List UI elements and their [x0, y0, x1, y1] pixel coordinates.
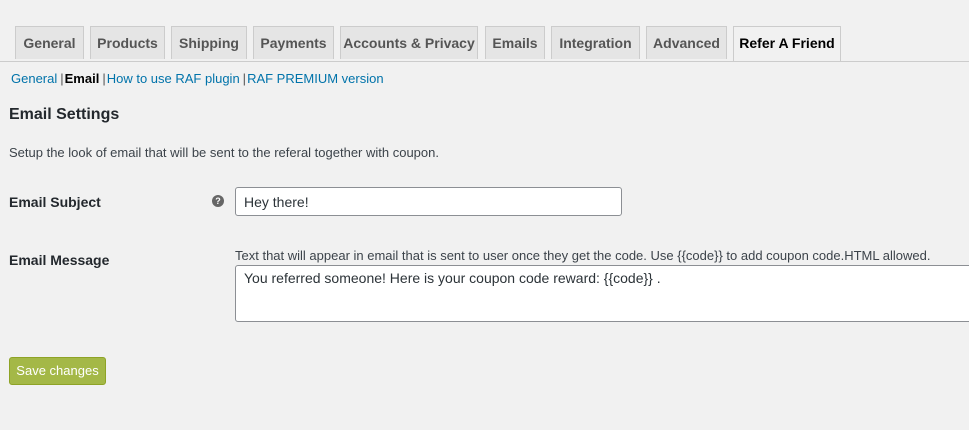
- subnav-email-current: Email: [64, 71, 100, 86]
- email-message-textarea[interactable]: You referred someone! Here is your coupo…: [235, 265, 969, 322]
- tab-integration[interactable]: Integration: [551, 26, 640, 59]
- subnav-premium-link[interactable]: RAF PREMIUM version: [247, 71, 384, 86]
- tab-refer-a-friend[interactable]: Refer A Friend: [733, 26, 841, 61]
- save-changes-button[interactable]: Save changes: [9, 357, 106, 385]
- email-subject-label: Email Subject: [9, 194, 101, 210]
- subnav: General |Email |How to use RAF plugin |RAF …: [11, 71, 384, 87]
- tab-shipping[interactable]: Shipping: [171, 26, 247, 59]
- email-message-label: Email Message: [9, 252, 110, 268]
- subnav-separator: |: [242, 71, 247, 86]
- tab-advanced[interactable]: Advanced: [646, 26, 727, 59]
- section-description: Setup the look of email that will be sen…: [9, 145, 439, 160]
- help-icon[interactable]: ?: [212, 195, 224, 207]
- tab-emails[interactable]: Emails: [485, 26, 545, 59]
- tab-general[interactable]: General: [15, 26, 84, 59]
- tab-products[interactable]: Products: [90, 26, 165, 59]
- subnav-general-link[interactable]: General: [11, 71, 57, 86]
- subnav-separator: |: [60, 71, 64, 86]
- email-subject-input[interactable]: [235, 187, 622, 216]
- section-title: Email Settings: [9, 106, 120, 123]
- tab-payments[interactable]: Payments: [253, 26, 334, 59]
- tab-accounts-privacy[interactable]: Accounts & Privacy: [340, 26, 478, 59]
- settings-tabs: General Products Shipping Payments Accou…: [0, 26, 969, 62]
- subnav-how-to-link[interactable]: How to use RAF plugin: [107, 71, 240, 86]
- email-message-description: Text that will appear in email that is s…: [235, 248, 931, 263]
- subnav-separator: |: [102, 71, 106, 86]
